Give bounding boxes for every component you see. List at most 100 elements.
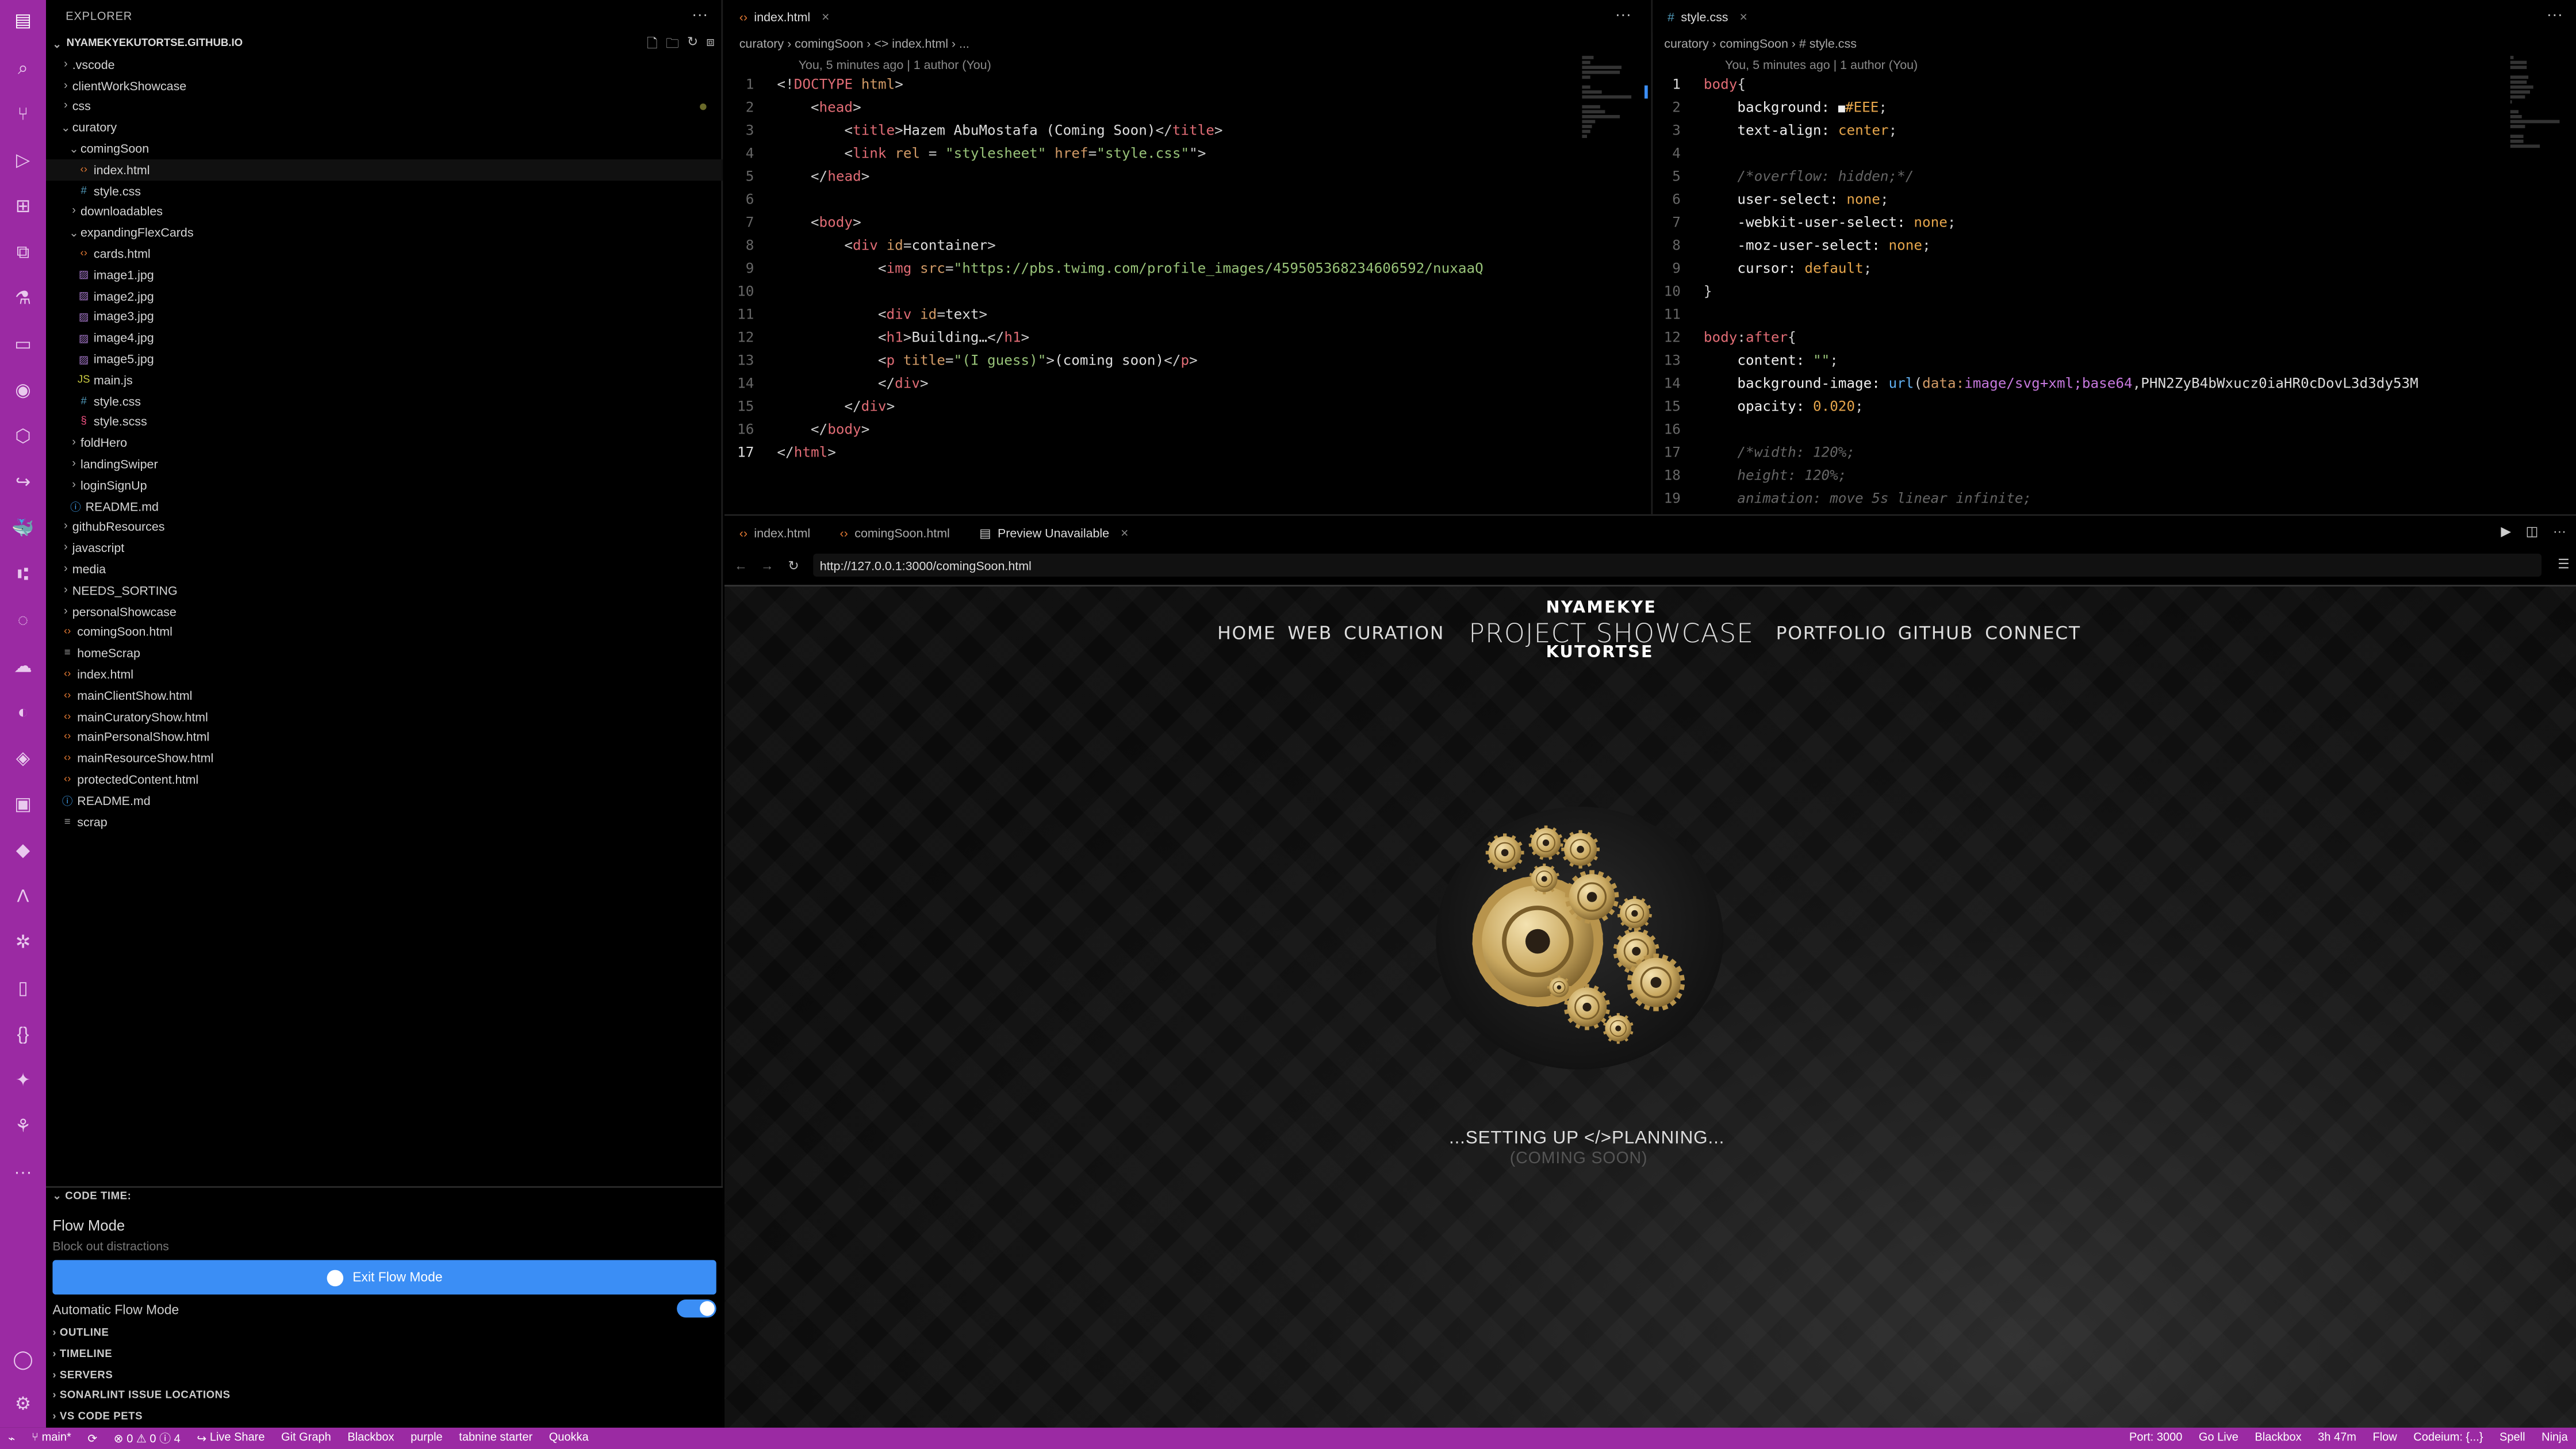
code-line[interactable]: 1 body{ [1654,74,2509,97]
settings-icon[interactable]: ⚙ [12,1393,34,1416]
site-nav-link[interactable]: WEB [1287,623,1332,644]
azure-icon[interactable]: Λ [12,885,34,908]
more-icon[interactable]: ··· [2553,524,2566,539]
left-code-editor[interactable]: 1 <! DOCTYPE html >2 < head >3 < title > Hazem A… [728,74,1582,465]
status-bar-item[interactable]: Ninja [2533,1432,2576,1444]
live-share-icon[interactable]: ↪ [12,471,34,494]
code-line[interactable]: 6 [728,189,1582,212]
tab-comingsoon-html[interactable]: ‹› comingSoon.html [825,516,965,549]
back-icon[interactable]: ← [731,558,750,573]
forward-icon[interactable]: → [757,558,777,573]
code-line[interactable]: 16 </body > [728,419,1582,442]
extensions-icon[interactable]: ⊞ [12,195,34,218]
kite-icon[interactable]: ✦ [12,1070,34,1092]
status-bar-item[interactable]: Blackbox [339,1432,402,1444]
mobile-icon[interactable]: ▯ [12,977,34,1000]
tree-folder[interactable]: › media [46,559,723,580]
tree-folder[interactable]: ⌄ expandingFlexCards [46,223,723,244]
left-minimap[interactable] [1582,56,1638,140]
status-bar-item[interactable]: tabnine starter [451,1432,540,1444]
status-bar-item[interactable]: ⑂ main* [24,1432,79,1444]
tree-folder[interactable]: › clientWorkShowcase [46,75,723,97]
workspace-root[interactable]: ⌄ NYAMEKYEKUTORTSE.GITHUB.IO [46,33,721,54]
source-control-icon[interactable]: ⑂ [12,103,34,126]
tab-index-html-preview[interactable]: ‹› index.html [724,516,825,549]
explorer-more-icon[interactable]: ··· [692,6,708,24]
code-line[interactable]: 10} [1654,281,2509,304]
run-debug-icon[interactable]: ▷ [12,150,34,172]
tree-file[interactable]: ▨ image5.jpg [46,348,723,370]
code-line[interactable]: 19 animation: move 5s linear infinite; [1654,488,2509,511]
tree-file[interactable]: JS main.js [46,370,723,391]
status-bar-item[interactable]: Blackbox [2247,1432,2310,1444]
code-line[interactable]: 8 -moz-user-select: none; [1654,235,2509,258]
code-line[interactable]: 7 < body > [728,212,1582,235]
quokka-icon[interactable]: ☁ [12,656,34,678]
url-input[interactable]: http://127.0.0.1:3000/comingSoon.html [813,553,2542,577]
tree-file[interactable]: ‹› index.html [46,664,723,685]
code-line[interactable]: 2 < head > [728,97,1582,120]
tab-index-html[interactable]: ‹› index.html × [724,0,844,33]
code-line[interactable]: 14 background-image: url(data: image/svg+… [1654,373,2509,396]
tree-file[interactable]: ⓘ README.md [46,790,723,811]
code-line[interactable]: 14 </div > [728,373,1582,396]
tree-file[interactable]: # style.css [46,181,723,202]
reload-icon[interactable]: ↻ [784,558,803,573]
code-line[interactable]: 3 text-align: center; [1654,120,2509,143]
status-bar-item[interactable]: Codeium: {...} [2405,1432,2491,1444]
site-nav-link[interactable]: PORTFOLIO [1776,623,1887,644]
code-line[interactable]: 16 [1654,419,2509,442]
tree-folder[interactable]: ⌄ curatory [46,117,723,139]
automatic-flow-mode-toggle[interactable] [677,1300,716,1318]
code-line[interactable]: 17 /*width: 120%; [1654,442,2509,465]
panel-section-header[interactable]: › SONARLINT ISSUE LOCATIONS [52,1390,230,1402]
code-line[interactable]: 6 user-select: none; [1654,189,2509,212]
tree-file[interactable]: § style.scss [46,412,723,433]
tree-file[interactable]: ≡ scrap [46,811,723,833]
git-graph-icon[interactable]: ⑆ [12,564,34,586]
github-icon[interactable]: ◉ [12,379,34,402]
run-icon[interactable]: ▶ [2501,524,2511,539]
gear-alt-icon[interactable]: ✲ [12,931,34,954]
tab-preview-unavailable[interactable]: ▤ Preview Unavailable × [965,516,1144,549]
panel-section-header[interactable]: › SERVERS [52,1370,113,1381]
status-bar-item[interactable]: Port: 3000 [2121,1432,2191,1444]
code-line[interactable]: 9 < img src = "https://pbs.twimg.com/profil… [728,258,1582,281]
tree-folder[interactable]: › javascript [46,538,723,559]
tree-file[interactable]: ‹› cards.html [46,243,723,264]
tree-icon[interactable]: ⚘ [12,1116,34,1138]
code-line[interactable]: 15 </div > [728,396,1582,419]
right-breadcrumb[interactable]: curatory › comingSoon › # style.css [1664,36,1857,51]
code-line[interactable]: 18 height: 120%; [1654,465,2509,488]
code-line[interactable]: 13 < p title = "(I guess)" > (coming soon) </p… [728,350,1582,373]
tree-file[interactable]: ▨ image3.jpg [46,306,723,328]
monitor-icon[interactable]: ▭ [12,334,34,356]
panel-section-header[interactable]: › TIMELINE [52,1348,112,1360]
left-breadcrumb[interactable]: curatory › comingSoon › <> index.html › … [739,36,969,51]
tree-file[interactable]: ‹› mainResourceShow.html [46,748,723,769]
editor-more-icon[interactable]: ··· [2547,6,2563,24]
code-line[interactable]: 17 </html > [728,442,1582,465]
status-bar-item[interactable]: ⟳ [79,1432,105,1445]
close-icon[interactable]: × [1740,9,1747,24]
right-minimap[interactable] [2510,56,2566,150]
tree-file[interactable]: ⓘ README.md [46,496,723,517]
panel-section-header[interactable]: › OUTLINE [52,1328,109,1339]
code-line[interactable]: 11 [1654,304,2509,327]
code-line[interactable]: 1 <! DOCTYPE html > [728,74,1582,97]
testing-icon[interactable]: ⚗ [12,288,34,310]
panel-section-header[interactable]: › VS CODE PETS [52,1412,143,1423]
code-line[interactable]: 12 body: after{ [1654,327,2509,350]
drop-icon[interactable]: ◆ [12,839,34,862]
split-editor-icon[interactable]: ◫ [2526,524,2539,539]
status-bar-item[interactable]: Spell [2491,1432,2533,1444]
tree-file[interactable]: ▨ image1.jpg [46,264,723,286]
right-code-editor[interactable]: 1 body{2 background: ■ #EEE; 3 text-align: … [1654,74,2509,511]
tree-folder[interactable]: › githubResources [46,517,723,538]
image-icon[interactable]: ▣ [12,793,34,816]
code-line[interactable]: 13 content: ""; [1654,350,2509,373]
code-line[interactable]: 2 background: ■ #EEE; [1654,97,2509,120]
box-icon[interactable]: ⬡ [12,425,34,448]
chat-icon[interactable]: ◌ [12,610,34,632]
status-bar-item[interactable]: Git Graph [273,1432,339,1444]
